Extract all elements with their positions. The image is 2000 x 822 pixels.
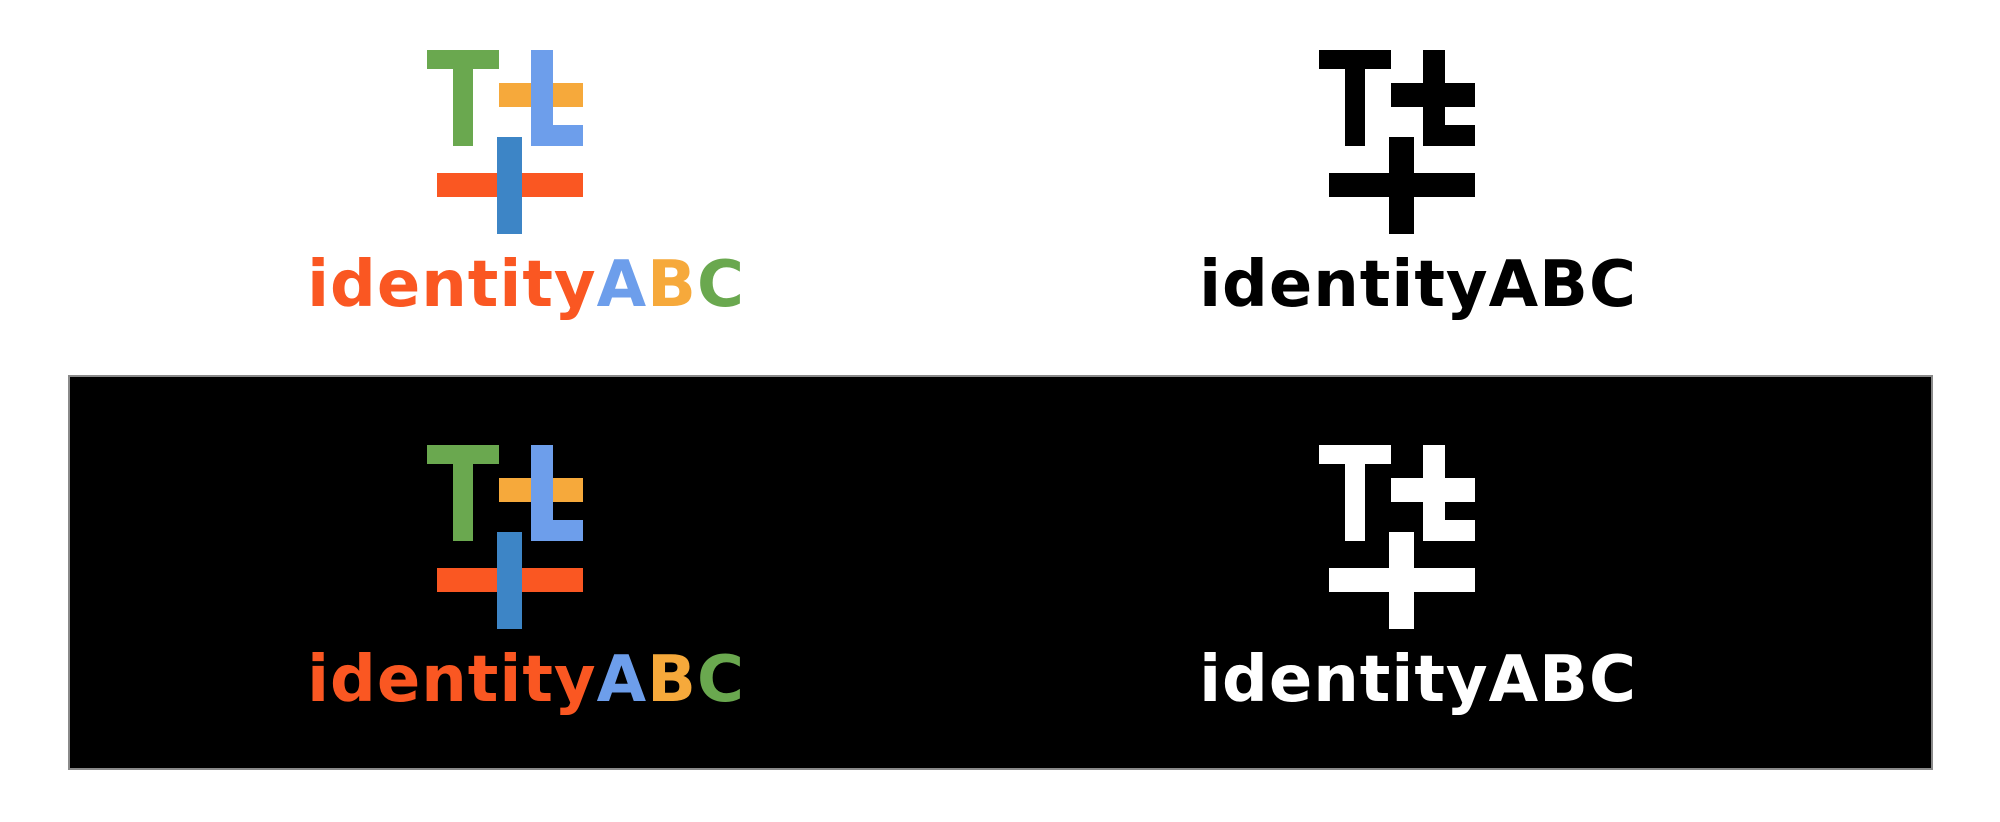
brand-wordmark: identityABC xyxy=(1198,253,1638,317)
wordmark-main: identity xyxy=(307,643,597,717)
wordmark-letter-b: B xyxy=(647,248,697,322)
wordmark-letter-c: C xyxy=(696,643,745,717)
brand-wordmark: identityABC xyxy=(306,648,746,712)
tl-monogram-icon xyxy=(427,50,583,234)
wordmark-main: identity xyxy=(307,248,597,322)
tl-monogram-icon xyxy=(1319,50,1475,234)
brand-wordmark: identityABC xyxy=(306,253,746,317)
wordmark-letter-c: C xyxy=(1588,248,1637,322)
tl-monogram-icon xyxy=(1319,445,1475,629)
wordmark-letter-a: A xyxy=(596,643,648,717)
wordmark-letter-a: A xyxy=(1488,643,1540,717)
wordmark-letter-c: C xyxy=(1588,643,1637,717)
wordmark-letter-b: B xyxy=(1539,643,1589,717)
wordmark-letter-b: B xyxy=(647,643,697,717)
wordmark-main: identity xyxy=(1199,643,1489,717)
wordmark-letter-a: A xyxy=(1488,248,1540,322)
brand-wordmark: identityABC xyxy=(1198,648,1638,712)
wordmark-letter-a: A xyxy=(596,248,648,322)
logo-sheet: identityABC identityABC identityABC iden… xyxy=(0,0,2000,822)
wordmark-letter-b: B xyxy=(1539,248,1589,322)
wordmark-main: identity xyxy=(1199,248,1489,322)
tl-monogram-icon xyxy=(427,445,583,629)
wordmark-letter-c: C xyxy=(696,248,745,322)
